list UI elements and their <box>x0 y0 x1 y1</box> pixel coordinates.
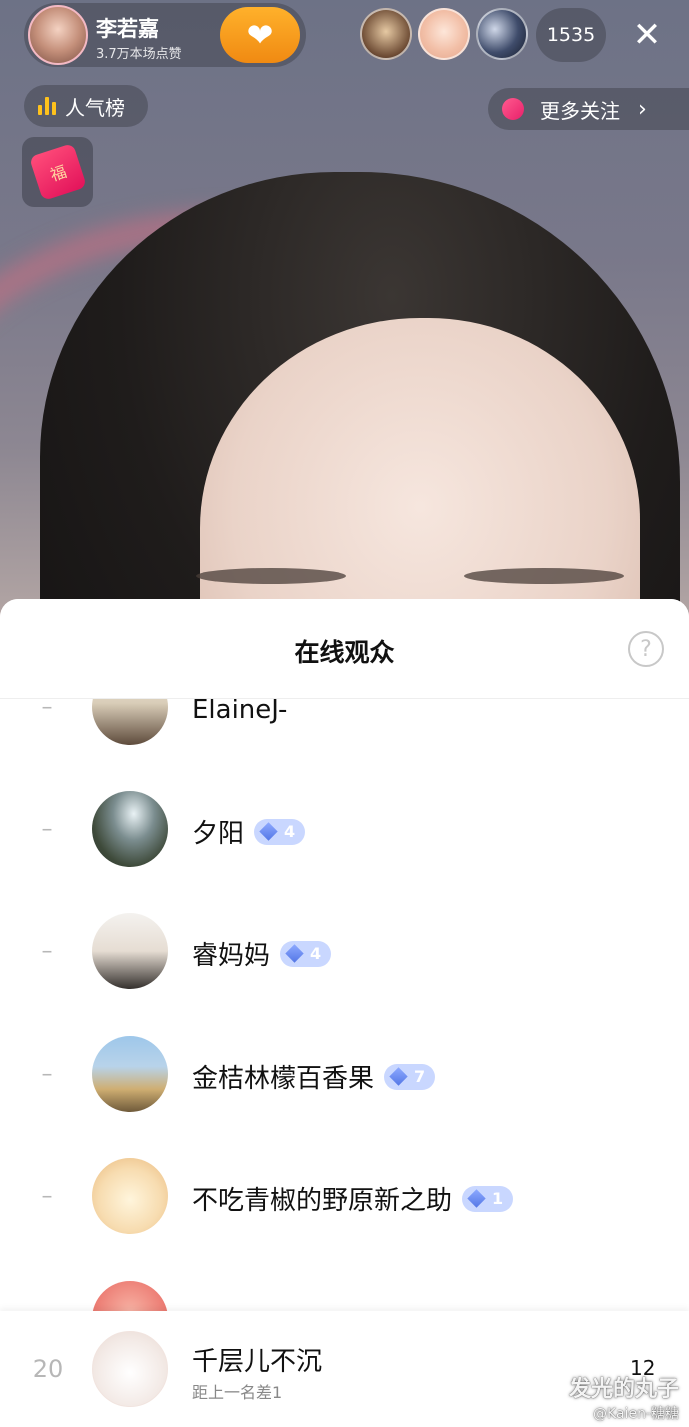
help-icon[interactable]: ? <box>628 631 664 667</box>
rank-number: – <box>41 1062 53 1087</box>
host-name: 李若嘉 <box>96 17 159 41</box>
rank-number: – <box>41 817 53 842</box>
diamond-icon <box>285 944 304 963</box>
sheet-title: 在线观众 <box>294 638 395 667</box>
user-name-text: 睿妈妈 <box>192 941 271 971</box>
watermark-title: 发光的丸子 <box>568 1377 679 1402</box>
user-name: 睿妈妈 4 <box>192 935 332 972</box>
list-item[interactable]: – 睿妈妈 4 <box>0 891 689 1013</box>
level-number: 7 <box>414 1067 426 1086</box>
sheet-header: 在线观众 ? <box>0 599 689 699</box>
my-gap-text: 距上一名差1 <box>192 1383 283 1402</box>
diamond-icon <box>389 1067 408 1086</box>
live-dot-icon <box>502 98 524 120</box>
host-likes: 3.7万本场点赞 <box>96 47 182 62</box>
viewer-count-button[interactable]: 1535 <box>536 8 606 62</box>
level-badge: 4 <box>254 818 306 845</box>
follow-heart-button[interactable]: ❤ <box>220 7 300 63</box>
popularity-rank-label: 人气榜 <box>65 95 125 120</box>
my-rank-number: 20 <box>32 1355 64 1383</box>
top-viewer-avatar[interactable] <box>418 8 470 60</box>
chevron-right-icon: › <box>638 96 647 122</box>
diamond-icon <box>467 1189 486 1208</box>
list-item[interactable]: – 夕阳 4 <box>0 769 689 891</box>
user-name-text: 金桔林檬百香果 <box>192 1064 375 1094</box>
streamer-left-brow <box>196 568 346 584</box>
red-envelope-icon: 福 <box>28 143 87 201</box>
online-audience-sheet: 在线观众 ? – ElaineJ- – 夕阳 4 – 睿妈妈 4 – 金桔林檬百… <box>0 599 689 1427</box>
user-name: ElaineJ- <box>192 695 287 725</box>
watermark: 发光的丸子 @Kaien-糖糖 <box>569 1371 679 1423</box>
rank-number: – <box>41 939 53 964</box>
top-viewer-avatar[interactable] <box>360 8 412 60</box>
level-number: 1 <box>492 1189 504 1208</box>
user-avatar[interactable] <box>92 791 168 867</box>
close-icon[interactable]: ✕ <box>625 14 669 56</box>
level-badge: 7 <box>384 1063 436 1090</box>
my-name: 千层儿不沉 <box>192 1347 323 1377</box>
diamond-icon <box>259 822 278 841</box>
my-avatar[interactable] <box>92 1331 168 1407</box>
host-avatar[interactable] <box>28 5 88 65</box>
user-name: 金桔林檬百香果 7 <box>192 1058 436 1095</box>
streamer-right-brow <box>464 568 624 584</box>
red-envelope-glyph: 福 <box>47 161 69 185</box>
bar-chart-icon <box>38 97 56 115</box>
user-name: 不吃青椒的野原新之助 1 <box>192 1180 514 1217</box>
more-follows-button[interactable]: 更多关注 › <box>488 88 689 130</box>
user-name-text: 不吃青椒的野原新之助 <box>192 1186 453 1216</box>
user-name-text: 夕阳 <box>192 819 245 849</box>
list-item[interactable]: – 金桔林檬百香果 7 <box>0 1014 689 1136</box>
red-packet-button[interactable]: 福 <box>22 137 93 207</box>
user-avatar[interactable] <box>92 913 168 989</box>
more-follows-label: 更多关注 <box>540 98 620 123</box>
audience-list[interactable]: – ElaineJ- – 夕阳 4 – 睿妈妈 4 – 金桔林檬百香果 7 – … <box>0 599 689 1427</box>
heart-icon: ❤ <box>246 16 274 54</box>
level-badge: 4 <box>280 940 332 967</box>
popularity-rank-button[interactable]: 人气榜 <box>24 85 148 127</box>
top-viewer-avatar[interactable] <box>476 8 528 60</box>
user-avatar[interactable] <box>92 1158 168 1234</box>
list-item[interactable]: – 不吃青椒的野原新之助 1 <box>0 1136 689 1258</box>
level-badge: 1 <box>462 1185 514 1212</box>
watermark-handle: @Kaien-糖糖 <box>593 1406 679 1422</box>
user-avatar[interactable] <box>92 1036 168 1112</box>
level-number: 4 <box>284 822 296 841</box>
level-number: 4 <box>310 944 322 963</box>
user-name: 夕阳 4 <box>192 813 306 850</box>
user-name-text: ElaineJ- <box>192 695 288 725</box>
rank-number: – <box>41 1184 53 1209</box>
host-info-pill[interactable]: 李若嘉 3.7万本场点赞 ❤ <box>24 3 306 67</box>
